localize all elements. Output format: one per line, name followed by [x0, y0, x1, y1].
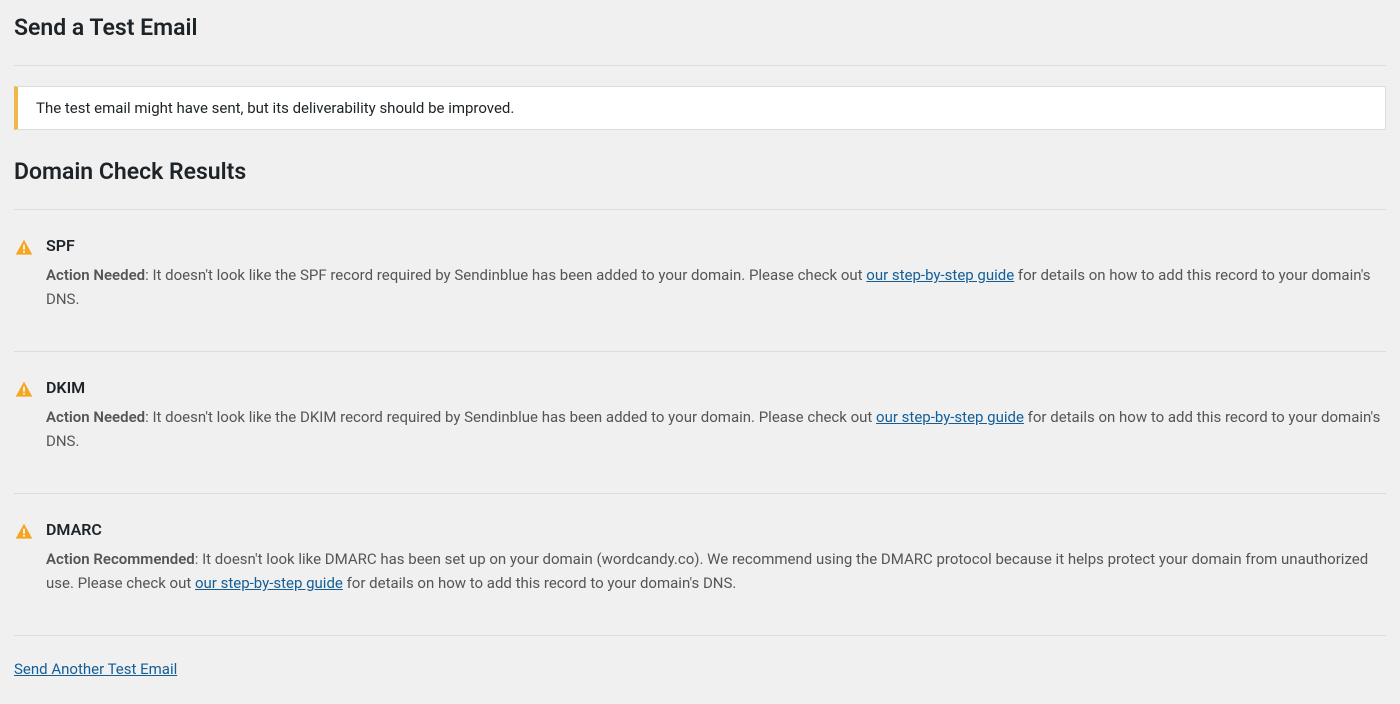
divider	[14, 65, 1386, 66]
desc-before: : It doesn't look like the DKIM record r…	[145, 408, 876, 426]
action-label: Action Needed	[46, 266, 145, 284]
section-title-domain-check: Domain Check Results	[14, 158, 1386, 185]
desc-after: for details on how to add this record to…	[343, 574, 737, 592]
notice-message: The test email might have sent, but its …	[36, 99, 514, 117]
guide-link-spf[interactable]: our step-by-step guide	[866, 266, 1014, 284]
warning-icon	[14, 380, 34, 404]
warning-icon	[14, 238, 34, 262]
check-title-dkim: DKIM	[46, 378, 1386, 397]
check-title-dmarc: DMARC	[46, 520, 1386, 539]
check-item-dmarc: DMARC Action Recommended: It doesn't loo…	[14, 493, 1386, 636]
check-item-dkim: DKIM Action Needed: It doesn't look like…	[14, 351, 1386, 493]
check-desc-spf: Action Needed: It doesn't look like the …	[46, 263, 1386, 311]
page-title: Send a Test Email	[14, 14, 1386, 41]
desc-before: : It doesn't look like the SPF record re…	[145, 266, 866, 284]
check-title-spf: SPF	[46, 236, 1386, 255]
check-desc-dmarc: Action Recommended: It doesn't look like…	[46, 547, 1386, 595]
check-item-spf: SPF Action Needed: It doesn't look like …	[14, 209, 1386, 351]
check-desc-dkim: Action Needed: It doesn't look like the …	[46, 405, 1386, 453]
guide-link-dmarc[interactable]: our step-by-step guide	[195, 574, 343, 592]
action-label: Action Recommended	[46, 550, 195, 568]
action-label: Action Needed	[46, 408, 145, 426]
send-another-test-link[interactable]: Send Another Test Email	[14, 660, 177, 678]
warning-icon	[14, 522, 34, 546]
guide-link-dkim[interactable]: our step-by-step guide	[876, 408, 1024, 426]
warning-notice: The test email might have sent, but its …	[14, 86, 1386, 130]
